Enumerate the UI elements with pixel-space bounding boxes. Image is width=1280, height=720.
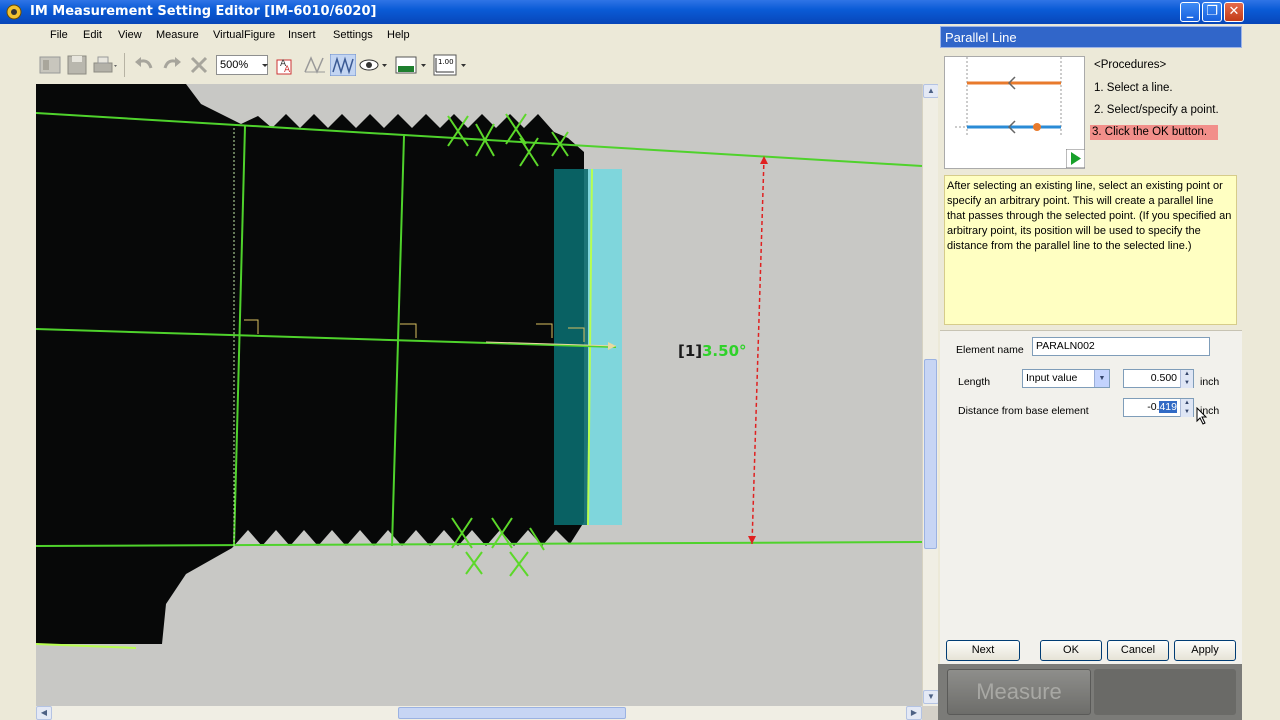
distance-spinner-icon[interactable]: ▲ ▼ xyxy=(1180,399,1193,417)
angle-value-label: 3.50° xyxy=(702,342,747,360)
print-icon[interactable] xyxy=(92,54,118,76)
parallel-line-panel: Parallel Line <Procedures> 1. Select a l… xyxy=(938,24,1280,720)
measure-side-panel xyxy=(1094,669,1236,715)
svg-text:A: A xyxy=(284,65,291,75)
eye-icon[interactable] xyxy=(358,54,388,76)
cancel-button[interactable]: Cancel xyxy=(1107,640,1169,661)
vertical-scroll-thumb[interactable] xyxy=(924,359,937,549)
close-icon: ✕ xyxy=(1228,4,1240,19)
parallel-line-diagram-icon xyxy=(955,57,1062,135)
scroll-down-icon[interactable]: ▼ xyxy=(923,690,939,704)
scroll-left-icon[interactable]: ◀ xyxy=(36,706,52,720)
element-name-field[interactable]: PARALN002 xyxy=(1032,337,1210,356)
zoom-dropdown-icon[interactable] xyxy=(260,54,270,76)
menu-settings[interactable]: Settings xyxy=(333,24,373,46)
restore-button[interactable]: ❐ xyxy=(1202,2,1222,22)
distance-value-prefix: -0. xyxy=(1147,401,1160,413)
procedure-step-2: 2. Select/specify a point. xyxy=(1094,104,1219,116)
ok-button[interactable]: OK xyxy=(1040,640,1102,661)
length-unit: inch xyxy=(1200,376,1220,388)
image-viewport[interactable]: [1] 3.50° xyxy=(36,84,922,706)
pattern-icon[interactable] xyxy=(330,54,356,76)
element-name-label: Element name xyxy=(956,344,1024,356)
description-text: After selecting an existing line, select… xyxy=(944,175,1237,325)
text-style-icon[interactable]: AA xyxy=(272,54,296,76)
minimize-icon: _ xyxy=(1186,4,1194,19)
procedure-step-1: 1. Select a line. xyxy=(1094,82,1173,94)
menu-edit[interactable]: Edit xyxy=(83,24,102,46)
app-logo-icon xyxy=(6,4,22,20)
scroll-up-icon[interactable]: ▲ xyxy=(923,84,939,98)
menu-bar: File Edit View Measure VirtualFigure Ins… xyxy=(36,24,938,46)
play-animation-icon[interactable] xyxy=(1066,149,1085,168)
menu-file[interactable]: File xyxy=(50,24,68,46)
delete-icon[interactable] xyxy=(188,54,210,76)
distance-label: Distance from base element xyxy=(958,405,1089,417)
panel-title: Parallel Line xyxy=(940,26,1242,48)
measurement-canvas[interactable]: [1] 3.50° xyxy=(36,84,922,706)
layout-icon[interactable] xyxy=(38,54,62,76)
distance-value-selected: 419 xyxy=(1159,401,1177,413)
measure-bar: Measure xyxy=(938,664,1242,720)
fill-color-icon[interactable] xyxy=(394,54,428,76)
length-label: Length xyxy=(958,376,991,388)
settings-form: Element name PARALN002 Length Input valu… xyxy=(940,330,1242,666)
next-button[interactable]: Next xyxy=(946,640,1020,661)
length-spinner-icon[interactable]: ▲ ▼ xyxy=(1180,370,1193,388)
menu-measure[interactable]: Measure xyxy=(156,24,199,46)
scale-value: 1.00 xyxy=(438,58,454,66)
procedure-illustration xyxy=(944,56,1085,169)
chevron-down-icon[interactable]: ▼ xyxy=(1094,370,1109,387)
undo-icon[interactable] xyxy=(132,54,156,76)
horizontal-scroll-thumb[interactable] xyxy=(398,707,626,719)
left-strip xyxy=(0,24,36,720)
angle-index-label: [1] xyxy=(678,342,702,360)
redo-icon[interactable] xyxy=(160,54,184,76)
horizontal-scrollbar[interactable]: ◀ ▶ xyxy=(36,706,922,720)
menu-view[interactable]: View xyxy=(118,24,142,46)
toolbar: 500% AA 1.00 xyxy=(36,46,938,84)
line-scale-icon[interactable]: 1.00 xyxy=(432,54,468,76)
procedures-heading: <Procedures> xyxy=(1094,59,1167,71)
restore-icon: ❐ xyxy=(1206,4,1218,19)
measure-button[interactable]: Measure xyxy=(947,669,1091,715)
mouse-cursor-icon xyxy=(1196,407,1208,425)
minimize-button[interactable]: _ xyxy=(1180,2,1200,22)
length-mode-select[interactable]: Input value ▼ xyxy=(1022,369,1110,388)
close-button[interactable]: ✕ xyxy=(1224,2,1244,22)
apply-button[interactable]: Apply xyxy=(1174,640,1236,661)
procedure-step-3: 3. Click the OK button. xyxy=(1090,125,1218,140)
menu-insert[interactable]: Insert xyxy=(288,24,316,46)
vertical-scrollbar[interactable]: ▲ ▼ xyxy=(922,84,939,706)
window-title: IM Measurement Setting Editor [IM-6010/6… xyxy=(30,4,377,19)
app-window: IM Measurement Setting Editor [IM-6010/6… xyxy=(0,0,1280,720)
save-icon[interactable] xyxy=(66,54,88,76)
menu-help[interactable]: Help xyxy=(387,24,410,46)
title-bar: IM Measurement Setting Editor [IM-6010/6… xyxy=(0,0,1280,24)
scroll-right-icon[interactable]: ▶ xyxy=(906,706,922,720)
edge-detect-icon[interactable] xyxy=(302,54,328,76)
menu-virtualfigure[interactable]: VirtualFigure xyxy=(213,24,275,46)
length-mode-value: Input value xyxy=(1026,372,1078,384)
